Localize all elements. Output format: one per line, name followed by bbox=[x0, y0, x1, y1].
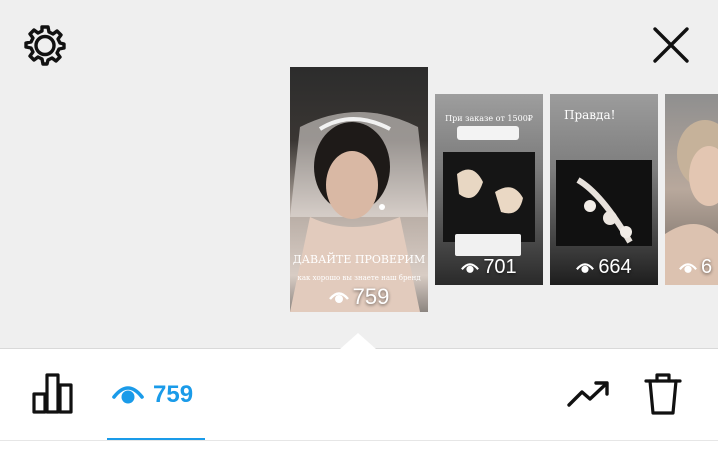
story-caption-title: ДАВАЙТЕ ПРОВЕРИМ bbox=[292, 253, 426, 266]
story-views: 701 bbox=[435, 256, 543, 279]
eye-icon bbox=[461, 263, 480, 273]
bar-chart-icon bbox=[31, 372, 75, 419]
eye-icon bbox=[679, 263, 697, 273]
story-views: 759 bbox=[290, 284, 428, 310]
story-thumbnail-selected[interactable]: ДАВАЙТЕ ПРОВЕРИМ как хорошо вы знаете на… bbox=[290, 67, 428, 312]
gear-icon bbox=[24, 24, 66, 71]
story-views-count: 759 bbox=[352, 284, 390, 309]
statistics-button[interactable] bbox=[28, 372, 78, 418]
story-thumbnail[interactable]: 6 bbox=[665, 94, 718, 285]
divider bbox=[0, 440, 718, 441]
close-icon bbox=[651, 25, 691, 70]
delete-button[interactable] bbox=[640, 372, 686, 420]
trending-up-icon bbox=[566, 379, 612, 414]
story-views-count: 701 bbox=[483, 256, 517, 278]
close-button[interactable] bbox=[648, 24, 694, 70]
story-views: 664 bbox=[550, 256, 658, 279]
settings-button[interactable] bbox=[22, 24, 68, 70]
promote-button[interactable] bbox=[564, 376, 614, 416]
eye-icon bbox=[112, 383, 144, 410]
story-thumbnail[interactable]: При заказе от 1500₽ 701 bbox=[435, 94, 543, 285]
eye-icon bbox=[328, 292, 349, 303]
eye-icon bbox=[576, 263, 595, 273]
story-views-count: 664 bbox=[598, 256, 632, 278]
views-tab[interactable] bbox=[106, 376, 150, 416]
trash-icon bbox=[643, 372, 683, 421]
story-thumbnail[interactable]: Правда! 664 bbox=[550, 94, 658, 285]
story-views-count: 6 bbox=[701, 256, 713, 278]
story-views: 6 bbox=[679, 256, 718, 279]
story-caption-subtitle: как хорошо вы знаете наш бренд bbox=[297, 274, 421, 282]
selection-pointer bbox=[340, 333, 376, 349]
views-count[interactable]: 759 bbox=[153, 381, 193, 409]
